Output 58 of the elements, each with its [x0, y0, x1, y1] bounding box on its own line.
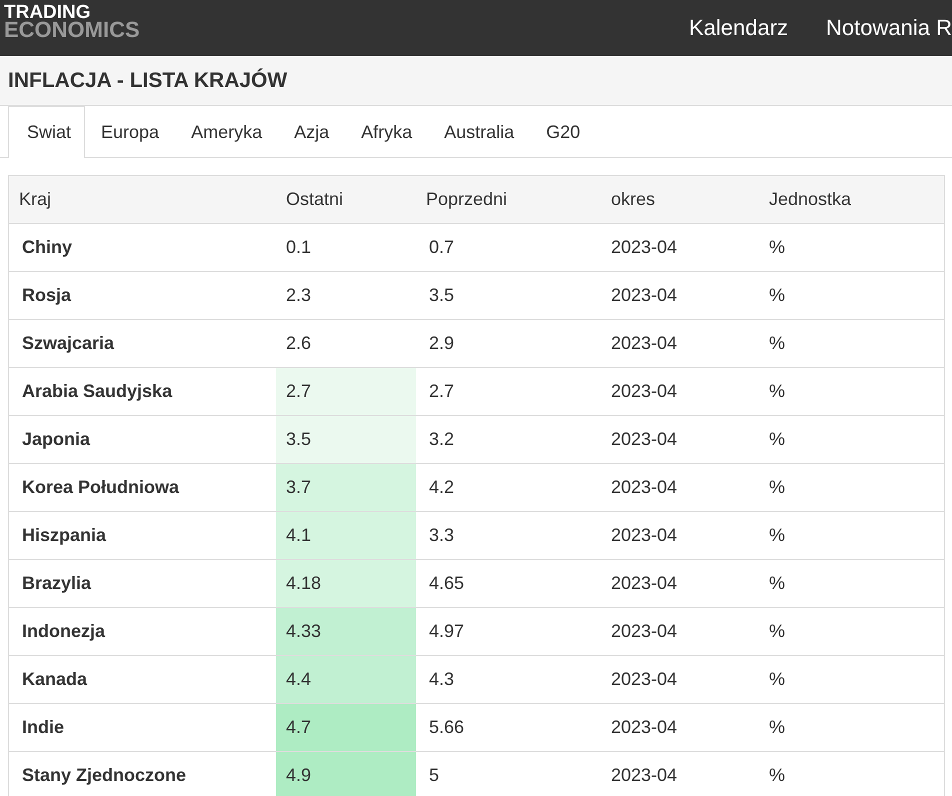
- unit-cell: %: [759, 560, 944, 608]
- unit-cell: %: [759, 272, 944, 320]
- last-value-cell: 4.1: [276, 512, 416, 560]
- column-header[interactable]: Ostatni: [276, 176, 416, 224]
- unit-cell: %: [759, 608, 944, 656]
- period-cell: 2023-04: [601, 656, 759, 704]
- unit-cell: %: [759, 368, 944, 416]
- period-cell: 2023-04: [601, 416, 759, 464]
- period-cell: 2023-04: [601, 464, 759, 512]
- previous-value-cell: 2.9: [416, 320, 601, 368]
- last-value-cell: 2.3: [276, 272, 416, 320]
- previous-value-cell: 4.97: [416, 608, 601, 656]
- last-value-cell: 4.9: [276, 752, 416, 796]
- period-cell: 2023-04: [601, 368, 759, 416]
- unit-cell: %: [759, 656, 944, 704]
- unit-cell: %: [759, 464, 944, 512]
- column-header[interactable]: okres: [601, 176, 759, 224]
- unit-cell: %: [759, 704, 944, 752]
- last-value-cell: 0.1: [276, 224, 416, 272]
- column-header[interactable]: Kraj: [8, 176, 276, 224]
- period-cell: 2023-04: [601, 608, 759, 656]
- period-cell: 2023-04: [601, 512, 759, 560]
- last-value-cell: 4.33: [276, 608, 416, 656]
- unit-cell: %: [759, 224, 944, 272]
- unit-cell: %: [759, 416, 944, 464]
- unit-cell: %: [759, 320, 944, 368]
- previous-value-cell: 3.2: [416, 416, 601, 464]
- previous-value-cell: 4.3: [416, 656, 601, 704]
- previous-value-cell: 0.7: [416, 224, 601, 272]
- period-cell: 2023-04: [601, 704, 759, 752]
- previous-value-cell: 4.2: [416, 464, 601, 512]
- period-cell: 2023-04: [601, 224, 759, 272]
- unit-cell: %: [759, 512, 944, 560]
- previous-value-cell: 2.7: [416, 368, 601, 416]
- previous-value-cell: 4.65: [416, 560, 601, 608]
- period-cell: 2023-04: [601, 272, 759, 320]
- nav-link[interactable]: Kalendarz: [688, 15, 788, 41]
- previous-value-cell: 3.5: [416, 272, 601, 320]
- period-cell: 2023-04: [601, 320, 759, 368]
- page-title: INFLACJA - LISTA KRAJÓW: [8, 68, 288, 92]
- last-value-cell: 3.7: [276, 464, 416, 512]
- region-tab[interactable]: Swiat: [8, 106, 86, 158]
- last-value-cell: 2.7: [276, 368, 416, 416]
- nav-link[interactable]: Notowania R: [826, 15, 952, 41]
- last-value-cell: 2.6: [276, 320, 416, 368]
- period-cell: 2023-04: [601, 752, 759, 796]
- previous-value-cell: 3.3: [416, 512, 601, 560]
- logo[interactable]: TRADING ECONOMICS: [0, 4, 140, 38]
- last-value-cell: 3.5: [276, 416, 416, 464]
- column-header[interactable]: Poprzedni: [416, 176, 601, 224]
- column-header[interactable]: Jednostka: [759, 176, 944, 224]
- last-value-cell: 4.7: [276, 704, 416, 752]
- last-value-cell: 4.18: [276, 560, 416, 608]
- last-value-cell: 4.4: [276, 656, 416, 704]
- period-cell: 2023-04: [601, 560, 759, 608]
- unit-cell: %: [759, 752, 944, 796]
- previous-value-cell: 5.66: [416, 704, 601, 752]
- previous-value-cell: 5: [416, 752, 601, 796]
